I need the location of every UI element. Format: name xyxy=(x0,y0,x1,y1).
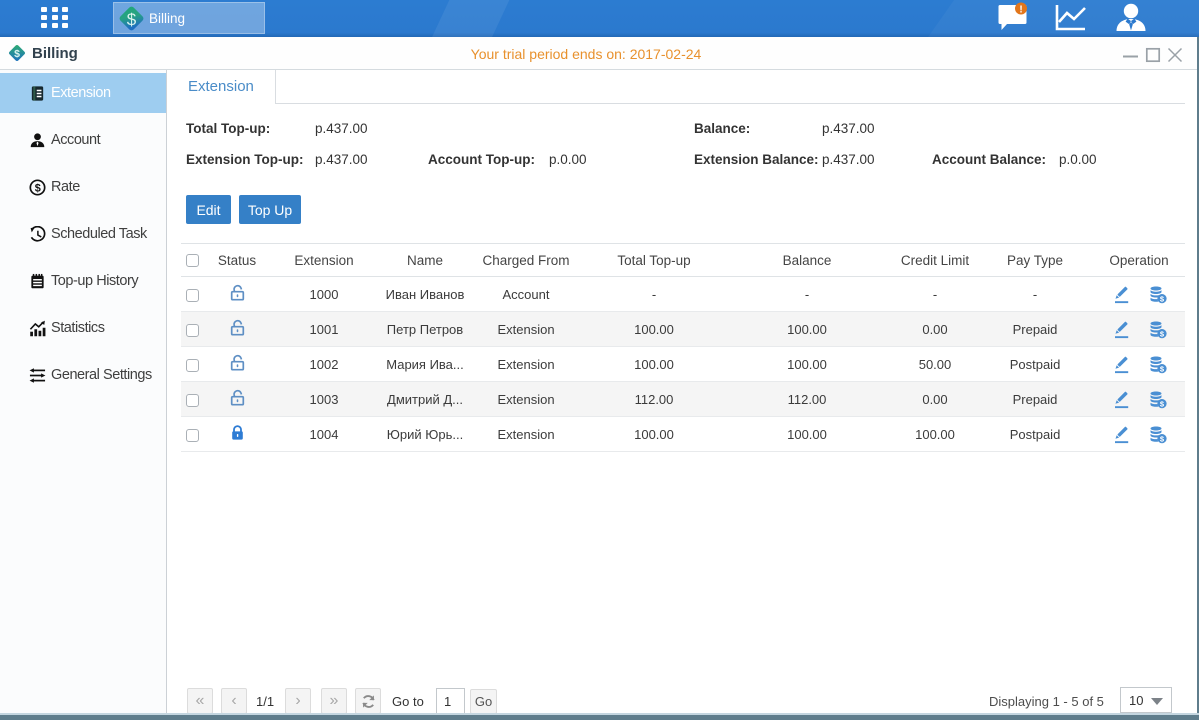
svg-text:$: $ xyxy=(35,182,41,194)
svg-text:$: $ xyxy=(127,10,137,29)
svg-text:!: ! xyxy=(1019,5,1022,16)
